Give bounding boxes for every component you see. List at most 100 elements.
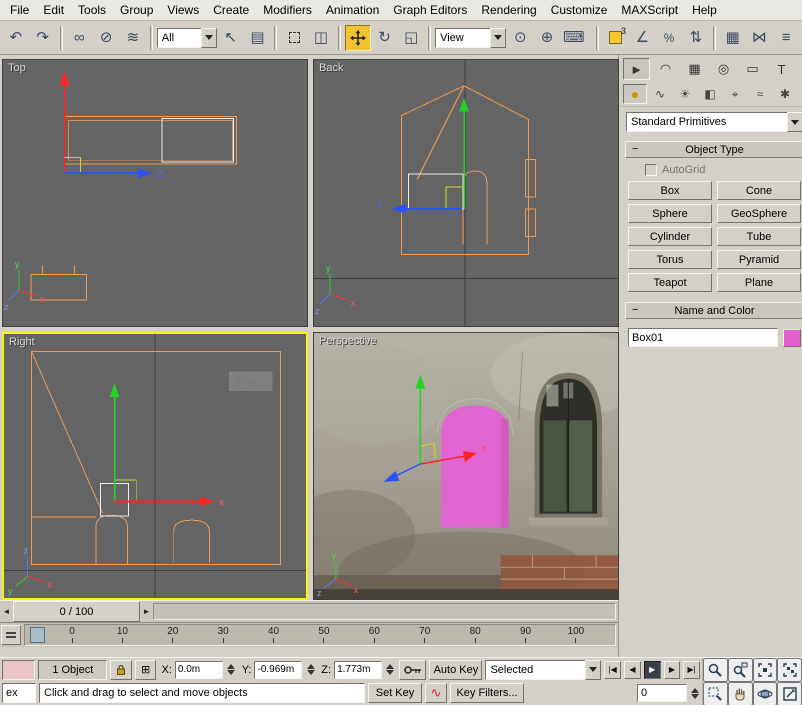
category-systems[interactable]: ✱ (773, 84, 797, 104)
select-and-link-button[interactable]: ∞ (67, 25, 93, 51)
viewport-perspective[interactable]: x y z x Perspective (313, 332, 619, 600)
category-geometry[interactable]: ● (623, 84, 647, 104)
align-button[interactable]: ≡ (773, 25, 799, 51)
menu-item[interactable]: Views (160, 1, 206, 19)
mini-curve-editor-button[interactable] (1, 625, 21, 645)
menu-item[interactable]: File (3, 1, 36, 19)
zoom-region-button[interactable] (703, 682, 728, 705)
window-crossing-toggle-button[interactable]: ◫ (308, 25, 334, 51)
autogrid-checkbox[interactable] (645, 164, 657, 176)
go-to-start-button[interactable]: |◀ (604, 661, 621, 679)
viewport-top[interactable]: Z y x z Top (2, 59, 308, 327)
auto-key-button[interactable]: Auto Key (429, 660, 482, 680)
key-mode-dropdown[interactable]: Selected (485, 660, 601, 680)
menu-item[interactable]: Animation (319, 1, 386, 19)
object-color-swatch[interactable] (783, 329, 801, 347)
viewport-back-label[interactable]: Back (319, 62, 343, 74)
select-object-button[interactable]: ↖ (218, 25, 244, 51)
viewport-right-label[interactable]: Right (9, 336, 35, 348)
track-bar-ruler[interactable]: 0102030405060708090100 (24, 624, 616, 646)
time-slider-right-arrow[interactable]: ► (140, 601, 153, 622)
time-slider-track[interactable] (153, 603, 616, 620)
object-type-button[interactable]: Box (628, 181, 712, 200)
new-key-filters-curve-button[interactable]: ∿ (425, 683, 447, 703)
zoom-button[interactable] (703, 658, 728, 682)
object-type-button[interactable]: Cylinder (628, 227, 712, 246)
menu-item[interactable]: Customize (544, 1, 615, 19)
menu-item[interactable]: Modifiers (256, 1, 319, 19)
x-coordinate-spinner[interactable] (226, 664, 237, 675)
reference-coordinate-dropdown[interactable]: View (435, 28, 506, 48)
percent-snap-button[interactable]: % (656, 25, 682, 51)
use-pivot-center-button[interactable]: ⊙ (507, 25, 533, 51)
menu-item[interactable]: Help (685, 1, 724, 19)
object-type-rollout[interactable]: − Object Type (625, 141, 802, 158)
mirror-button[interactable]: ⋈ (746, 25, 772, 51)
chevron-down-icon[interactable] (490, 28, 506, 48)
menu-item[interactable]: Graph Editors (386, 1, 474, 19)
z-coordinate-input[interactable] (334, 661, 382, 679)
keyboard-shortcut-override-button[interactable]: ⌨ (561, 25, 587, 51)
menu-item[interactable]: MAXScript (614, 1, 685, 19)
object-type-button[interactable]: GeoSphere (717, 204, 801, 223)
object-type-button[interactable]: Pyramid (717, 250, 801, 269)
viewport-right[interactable]: RIGHT x z x (2, 332, 308, 600)
category-helpers[interactable]: ⌖ (723, 84, 747, 104)
menu-item[interactable]: Group (113, 1, 160, 19)
spinner-snap-button[interactable]: ⇅ (683, 25, 709, 51)
go-to-end-button[interactable]: ▶| (683, 661, 700, 679)
object-type-button[interactable]: Plane (717, 273, 801, 292)
object-type-button[interactable]: Teapot (628, 273, 712, 292)
zoom-extents-button[interactable] (753, 658, 778, 682)
object-type-button[interactable]: Torus (628, 250, 712, 269)
name-color-rollout[interactable]: − Name and Color (625, 302, 802, 319)
tab-modify[interactable]: ◠ (652, 58, 679, 80)
category-space-warps[interactable]: ≈ (748, 84, 772, 104)
named-selection-sets-button[interactable]: ▦ (720, 25, 746, 51)
select-and-manipulate-button[interactable]: ⊕ (534, 25, 560, 51)
redo-button[interactable]: ↷ (30, 25, 56, 51)
arc-rotate-button[interactable] (753, 682, 778, 705)
menu-item[interactable]: Tools (71, 1, 113, 19)
maximize-viewport-button[interactable] (777, 682, 802, 705)
set-key-button[interactable]: Set Key (368, 683, 422, 703)
object-type-button[interactable]: Sphere (628, 204, 712, 223)
current-frame-input[interactable] (637, 684, 687, 702)
tab-motion[interactable]: ◎ (710, 58, 737, 80)
time-slider-handle[interactable]: 0 / 100 (13, 601, 140, 622)
key-mode-toggle-button[interactable] (399, 660, 427, 680)
select-and-rotate-button[interactable]: ↻ (372, 25, 398, 51)
menu-item[interactable]: Create (206, 1, 256, 19)
selection-lock-button[interactable] (110, 660, 132, 680)
y-coordinate-spinner[interactable] (305, 664, 316, 675)
next-frame-button[interactable]: ▶ (664, 661, 681, 679)
category-cameras[interactable]: ◧ (698, 84, 722, 104)
frame-spinner[interactable] (689, 688, 700, 699)
select-by-name-button[interactable]: ▤ (245, 25, 271, 51)
select-and-move-button[interactable] (345, 25, 371, 51)
bind-to-spacewarp-button[interactable]: ≋ (120, 25, 146, 51)
menu-item[interactable]: Rendering (474, 1, 543, 19)
object-type-button[interactable]: Cone (717, 181, 801, 200)
time-slider-left-arrow[interactable]: ◄ (0, 601, 13, 622)
viewport-perspective-label[interactable]: Perspective (319, 335, 376, 347)
angle-snap-button[interactable]: ∠ (629, 25, 655, 51)
selection-filter-dropdown[interactable]: All (157, 28, 217, 48)
tab-hierarchy[interactable]: ▦ (681, 58, 708, 80)
rectangular-selection-region-button[interactable] (281, 25, 307, 51)
unlink-selection-button[interactable]: ⊘ (93, 25, 119, 51)
viewport-top-label[interactable]: Top (8, 62, 26, 74)
maxscript-mini-listener[interactable]: ex (2, 683, 36, 703)
play-animation-button[interactable]: ▶ (644, 661, 661, 679)
y-coordinate-input[interactable] (254, 661, 302, 679)
object-type-button[interactable]: Tube (717, 227, 801, 246)
chevron-down-icon[interactable] (787, 112, 802, 132)
undo-button[interactable]: ↶ (3, 25, 29, 51)
key-filters-button[interactable]: Key Filters... (450, 683, 524, 703)
previous-frame-button[interactable]: ◀ (624, 661, 641, 679)
primitive-category-dropdown[interactable]: Standard Primitives (626, 112, 802, 132)
x-coordinate-input[interactable] (175, 661, 223, 679)
macro-recorder-pane[interactable] (2, 660, 35, 680)
tab-utilities[interactable]: T (768, 58, 795, 80)
object-name-input[interactable] (628, 328, 778, 347)
